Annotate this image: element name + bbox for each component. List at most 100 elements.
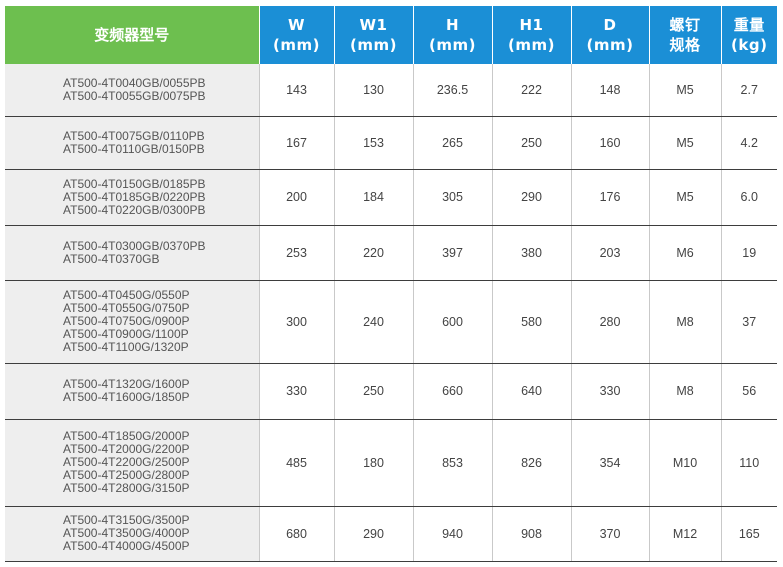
model-name: AT500-4T1100G/1320P [63, 340, 189, 354]
cell-w1: 153 [334, 116, 414, 170]
header-w1: W1 (mm) [334, 6, 414, 64]
model-name: AT500-4T0370GB [63, 251, 160, 266]
header-weight-line2: (kg) [731, 36, 768, 54]
header-model: 变频器型号 [5, 6, 260, 64]
cell-h: 600 [413, 280, 493, 364]
model-cell: AT500-4T1850G/2000P AT500-4T2000G/2200P … [5, 419, 260, 507]
cell-d: 148 [571, 64, 650, 117]
cell-w: 330 [259, 363, 335, 420]
cell-d: 160 [571, 116, 650, 170]
model-name: AT500-4T0220GB/0300PB [63, 202, 206, 217]
cell-h1: 826 [492, 419, 572, 507]
header-w: W (mm) [259, 6, 335, 64]
cell-h: 305 [413, 169, 493, 226]
cell-h: 660 [413, 363, 493, 420]
model-name: AT500-4T4000G/4500P [63, 539, 190, 553]
cell-h: 265 [413, 116, 493, 170]
model-cell: AT500-4T1320G/1600P AT500-4T1600G/1850P [5, 363, 260, 420]
header-d-label: D [603, 16, 617, 34]
cell-w1: 290 [334, 506, 414, 562]
cell-h: 397 [413, 225, 493, 281]
model-name: AT500-4T1600G/1850P [63, 390, 190, 404]
cell-h1: 290 [492, 169, 572, 226]
cell-screw: M5 [649, 64, 722, 117]
header-w-label: W [287, 16, 306, 34]
header-weight-line1: 重量 [733, 16, 765, 34]
header-w1-label: W1 [359, 16, 388, 34]
model-name: AT500-4T0040GB/0055PB [63, 75, 206, 90]
header-screw: 螺钉 规格 [649, 6, 722, 64]
header-w1-unit: (mm) [350, 36, 397, 54]
model-cell: AT500-4T0300GB/0370PB AT500-4T0370GB [5, 225, 260, 281]
cell-screw: M8 [649, 280, 722, 364]
spec-table-container: 变频器型号 W (mm) W1 (mm) H (mm) H1 (mm) D (m… [5, 6, 777, 562]
model-name: AT500-4T0110GB/0150PB [63, 141, 205, 156]
header-h: H (mm) [413, 6, 493, 64]
cell-w: 300 [259, 280, 335, 364]
header-screw-line1: 螺钉 [669, 16, 701, 34]
cell-h1: 222 [492, 64, 572, 117]
cell-screw: M5 [649, 116, 722, 170]
cell-screw: M10 [649, 419, 722, 507]
header-h-unit: (mm) [429, 36, 476, 54]
cell-w1: 240 [334, 280, 414, 364]
cell-h1: 250 [492, 116, 572, 170]
cell-weight: 4.2 [721, 116, 777, 170]
cell-screw: M12 [649, 506, 722, 562]
cell-w1: 180 [334, 419, 414, 507]
header-screw-line2: 规格 [669, 36, 701, 54]
model-name: AT500-4T0300GB/0370PB [63, 238, 206, 253]
cell-w: 680 [259, 506, 335, 562]
header-h-label: H [445, 16, 460, 34]
cell-weight: 56 [721, 363, 777, 420]
cell-w1: 184 [334, 169, 414, 226]
cell-weight: 6.0 [721, 169, 777, 226]
cell-h1: 380 [492, 225, 572, 281]
cell-weight: 165 [721, 506, 777, 562]
cell-w1: 250 [334, 363, 414, 420]
cell-w1: 220 [334, 225, 414, 281]
cell-w: 253 [259, 225, 335, 281]
cell-weight: 19 [721, 225, 777, 281]
table-row: AT500-4T3150G/3500P AT500-4T3500G/4000P … [5, 506, 777, 562]
model-cell: AT500-4T0040GB/0055PB AT500-4T0055GB/007… [5, 64, 260, 117]
cell-w: 485 [259, 419, 335, 507]
cell-h: 940 [413, 506, 493, 562]
table-row: AT500-4T0150GB/0185PB AT500-4T0185GB/022… [5, 169, 777, 226]
table-row: AT500-4T1320G/1600P AT500-4T1600G/1850P … [5, 363, 777, 420]
cell-d: 330 [571, 363, 650, 420]
model-cell: AT500-4T0450G/0550P AT500-4T0550G/0750P … [5, 280, 260, 364]
model-cell: AT500-4T3150G/3500P AT500-4T3500G/4000P … [5, 506, 260, 562]
cell-screw: M5 [649, 169, 722, 226]
model-name: AT500-4T0185GB/0220PB [63, 189, 206, 204]
header-d-unit: (mm) [586, 36, 634, 54]
cell-h1: 580 [492, 280, 572, 364]
header-h1-unit: (mm) [508, 36, 555, 54]
model-name: AT500-4T0055GB/0075PB [63, 88, 206, 103]
model-name: AT500-4T0075GB/0110PB [63, 128, 205, 143]
model-cell: AT500-4T0150GB/0185PB AT500-4T0185GB/022… [5, 169, 260, 226]
table-row: AT500-4T0040GB/0055PB AT500-4T0055GB/007… [5, 64, 777, 117]
model-name: AT500-4T2800G/3150P [63, 481, 190, 495]
cell-h: 853 [413, 419, 493, 507]
cell-screw: M6 [649, 225, 722, 281]
cell-d: 203 [571, 225, 650, 281]
header-h1: H1 (mm) [492, 6, 572, 64]
table-row: AT500-4T0300GB/0370PB AT500-4T0370GB 253… [5, 225, 777, 281]
cell-weight: 110 [721, 419, 777, 507]
cell-w: 143 [259, 64, 335, 117]
model-name: AT500-4T0150GB/0185PB [63, 176, 206, 191]
cell-w: 200 [259, 169, 335, 226]
cell-d: 354 [571, 419, 650, 507]
header-d: D (mm) [571, 6, 650, 64]
cell-weight: 2.7 [721, 64, 777, 117]
cell-d: 370 [571, 506, 650, 562]
cell-h1: 908 [492, 506, 572, 562]
header-weight: 重量 (kg) [721, 6, 777, 64]
header-h1-label: H1 [519, 16, 544, 34]
cell-w1: 130 [334, 64, 414, 117]
cell-d: 280 [571, 280, 650, 364]
dimension-spec-table: 变频器型号 W (mm) W1 (mm) H (mm) H1 (mm) D (m… [5, 6, 777, 562]
cell-screw: M8 [649, 363, 722, 420]
cell-w: 167 [259, 116, 335, 170]
